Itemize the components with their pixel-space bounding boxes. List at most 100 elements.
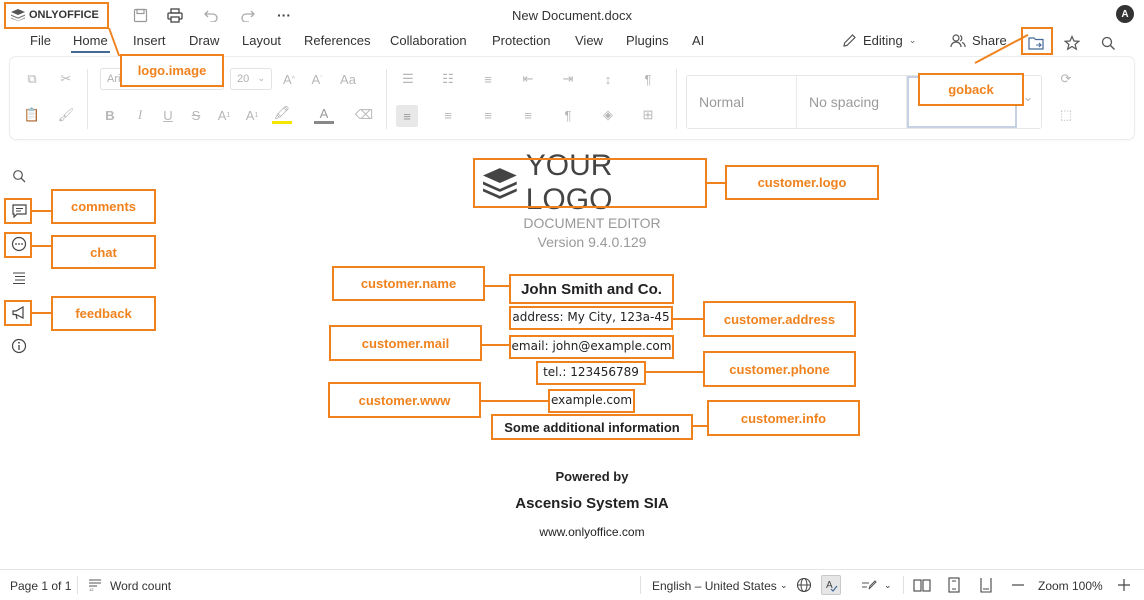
customer-address-highlight — [509, 306, 673, 330]
copy-icon[interactable]: ⧉ — [22, 69, 42, 89]
customer-phone-label: customer.phone — [703, 351, 856, 387]
users-icon — [950, 33, 966, 47]
decrease-font-icon[interactable]: Aˇ — [307, 69, 327, 89]
chevron-down-icon: ⌄ — [908, 35, 917, 45]
status-divider — [640, 576, 641, 594]
track-changes-icon[interactable] — [860, 576, 878, 594]
more-icon[interactable]: ··· — [275, 6, 293, 24]
align-center-icon[interactable]: ≡ — [438, 105, 458, 125]
redo-icon[interactable] — [238, 6, 256, 24]
customer-name-label: customer.name — [332, 266, 485, 301]
paragraph-mark-icon[interactable]: ¶ — [558, 105, 578, 125]
search-icon[interactable] — [1097, 32, 1119, 54]
decrease-indent-icon[interactable]: ⇤ — [518, 69, 538, 89]
undo-icon[interactable] — [202, 6, 220, 24]
format-painter-icon[interactable]: 🖌 — [56, 105, 76, 125]
tab-layout[interactable]: Layout — [242, 33, 281, 48]
borders-icon[interactable]: ⊞ — [638, 105, 658, 125]
nonprinting-characters-icon[interactable]: ¶ — [638, 69, 658, 89]
connector-line — [485, 285, 510, 287]
comments-highlight — [4, 198, 32, 224]
editing-mode-button[interactable]: Editing ⌄ — [842, 33, 916, 48]
chevron-down-icon: ⌄ — [884, 580, 892, 590]
zoom-out-icon[interactable] — [1009, 576, 1027, 594]
subscript-icon[interactable]: A1 — [242, 105, 262, 125]
customer-logo-highlight — [473, 158, 707, 208]
tab-collaboration[interactable]: Collaboration — [390, 33, 467, 48]
multipage-view-icon[interactable] — [913, 576, 931, 594]
tab-references[interactable]: References — [304, 33, 370, 48]
chat-label: chat — [51, 235, 156, 269]
connector-line — [32, 210, 52, 212]
clear-style-icon[interactable]: ⌫ — [354, 105, 374, 125]
page-indicator[interactable]: Page 1 of 1 — [10, 579, 71, 593]
tab-plugins[interactable]: Plugins — [626, 33, 669, 48]
chevron-down-icon: ⌄ — [257, 73, 265, 83]
rail-search-icon[interactable] — [8, 165, 30, 187]
title-bar: ONLYOFFICE ··· New Document.docx A — [0, 0, 1144, 30]
customer-info-highlight — [491, 414, 693, 440]
style-no-spacing[interactable]: No spacing — [797, 76, 907, 128]
language-selector[interactable]: English – United States — [652, 579, 777, 593]
numbering-icon[interactable]: ☷ — [438, 69, 458, 89]
chevron-down-icon: ⌄ — [780, 580, 788, 590]
justify-icon[interactable]: ≡ — [518, 105, 538, 125]
font-size-combo[interactable]: 20 ⌄ — [230, 68, 272, 90]
bullets-icon[interactable]: ☰ — [398, 69, 418, 89]
about-icon[interactable] — [8, 335, 30, 357]
editor-window: ONLYOFFICE ··· New Document.docx A File … — [0, 0, 1144, 600]
underline-icon[interactable]: U — [158, 105, 178, 125]
select-icon[interactable]: ⬚ — [1056, 105, 1076, 125]
zoom-in-icon[interactable] — [1115, 576, 1133, 594]
word-count-icon: 12 — [86, 576, 104, 594]
change-case-icon[interactable]: Aa — [338, 69, 358, 89]
line-spacing-icon[interactable]: ↕ — [598, 69, 618, 89]
document-title: New Document.docx — [512, 8, 632, 23]
tab-insert[interactable]: Insert — [133, 33, 166, 48]
increase-indent-icon[interactable]: ⇥ — [558, 69, 578, 89]
tab-protection[interactable]: Protection — [492, 33, 551, 48]
customer-phone-highlight — [536, 361, 646, 385]
print-icon[interactable] — [166, 6, 184, 24]
user-avatar[interactable]: A — [1116, 5, 1134, 23]
superscript-icon[interactable]: A1 — [214, 105, 234, 125]
publisher-name: Ascensio System SIA — [515, 495, 669, 512]
italic-icon[interactable]: I — [130, 105, 150, 125]
toolbar-divider — [676, 69, 677, 129]
share-label: Share — [972, 33, 1007, 48]
share-button[interactable]: Share — [950, 33, 1007, 48]
align-left-icon[interactable]: ≡ — [396, 105, 418, 127]
product-version: Version 9.4.0.129 — [537, 234, 647, 250]
multilevel-list-icon[interactable]: ≡ — [478, 69, 498, 89]
navigation-icon[interactable] — [8, 267, 30, 289]
align-right-icon[interactable]: ≡ — [478, 105, 498, 125]
product-name: DOCUMENT EDITOR — [523, 215, 661, 231]
style-normal[interactable]: Normal — [687, 76, 797, 128]
font-color-icon[interactable]: A — [314, 105, 334, 124]
tab-view[interactable]: View — [575, 33, 603, 48]
save-icon[interactable] — [131, 6, 149, 24]
paste-icon[interactable]: 📋 — [22, 105, 42, 125]
fit-width-icon[interactable] — [977, 576, 995, 594]
shading-icon[interactable]: ◈ — [598, 105, 618, 125]
zoom-level[interactable]: Zoom 100% — [1038, 579, 1103, 593]
bold-icon[interactable]: B — [100, 105, 120, 125]
status-divider — [77, 576, 78, 594]
word-count-button[interactable]: Word count — [110, 579, 171, 593]
logo-image-highlight — [4, 2, 109, 29]
tab-draw[interactable]: Draw — [189, 33, 219, 48]
tab-file[interactable]: File — [30, 33, 51, 48]
cut-icon[interactable]: ✂ — [56, 69, 76, 89]
highlight-color-icon[interactable]: 🖍 — [272, 105, 292, 124]
strikethrough-icon[interactable]: S — [186, 105, 206, 125]
status-divider — [903, 576, 904, 594]
replace-icon[interactable]: ⟳ — [1056, 69, 1076, 89]
increase-font-icon[interactable]: A ^ — [279, 69, 299, 89]
tab-home[interactable]: Home — [71, 33, 110, 53]
tab-ai[interactable]: AI — [692, 33, 704, 48]
fit-page-icon[interactable] — [945, 576, 963, 594]
spell-check-icon[interactable]: A — [821, 575, 841, 595]
publisher-url-link[interactable]: www.onlyoffice.com — [539, 525, 644, 539]
star-icon[interactable] — [1061, 32, 1083, 54]
globe-icon[interactable] — [795, 576, 813, 594]
